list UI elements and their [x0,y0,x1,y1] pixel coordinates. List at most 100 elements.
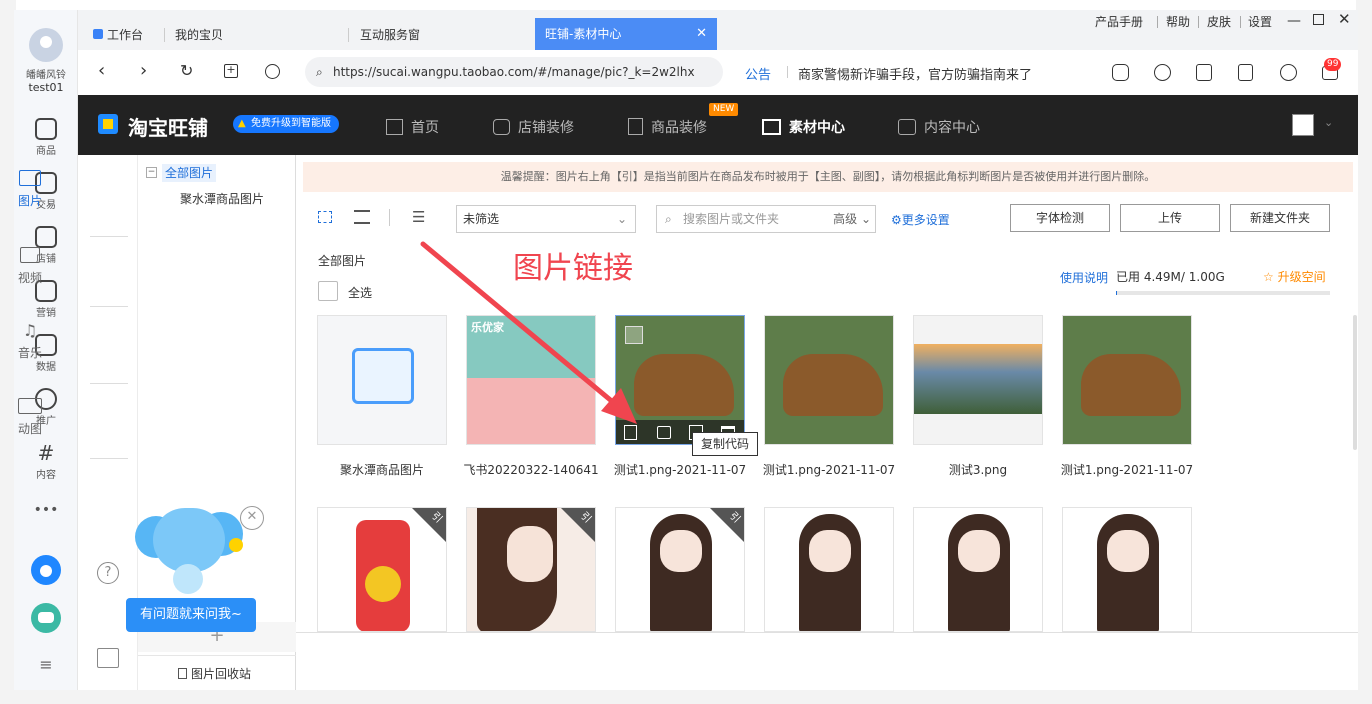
more-settings-link[interactable]: ⚙更多设置 [891,211,950,228]
close-tab-icon[interactable]: ✕ [696,18,707,50]
shop-avatar[interactable] [1292,114,1314,136]
chevron-down-icon[interactable]: ⌄ [1324,116,1333,129]
new-page-icon[interactable]: + [224,64,238,78]
edit-icon[interactable] [97,648,119,668]
thumb-portrait-2[interactable]: 引 [615,507,745,632]
caption-bear-3: 测试1.png-2021-11-07 [1060,463,1194,477]
thumb-city[interactable] [913,315,1043,445]
thumb-bottle[interactable]: 引 [317,507,447,632]
list-view-icon[interactable] [354,210,370,224]
thumb-bear-2[interactable] [764,315,894,445]
content-divider [296,632,1358,633]
tab-my-items[interactable]: 我的宝贝 [175,24,223,46]
usage-help-link[interactable]: 使用说明 [1060,269,1108,286]
minimize-icon[interactable]: — [1287,13,1301,29]
search-input[interactable]: ⌕ 搜索图片或文件夹 高级 ⌄ [656,205,876,233]
video-icon [20,247,40,263]
home-icon [93,29,103,39]
tree-child-folder[interactable]: 聚水潭商品图片 [180,190,264,207]
storage-bar [1116,291,1330,295]
thumb-portrait-3[interactable] [764,507,894,632]
product-icon [35,118,57,140]
announcement-label[interactable]: 公告 [745,64,771,83]
tab-asset-center[interactable]: 旺铺-素材中心 ✕ [535,18,717,50]
advanced-search[interactable]: 高级 ⌄ [833,206,871,232]
new-folder-button[interactable]: 新建文件夹 [1230,204,1330,232]
notice-banner: 温馨提醒：图片右上角【引】是指当前图片在商品发布时被用于【主图、副图】，请勿根据… [303,162,1353,192]
nav-content-center[interactable]: 内容中心 [898,117,980,137]
helper-bubble[interactable]: 有问题就来问我~ [126,598,256,632]
nav-product-decoration[interactable]: 商品装修 [628,117,707,137]
helper-mascot[interactable] [135,508,245,598]
arrow-up-icon: ▲ [238,118,246,129]
maximize-icon[interactable] [1313,14,1324,25]
tool-icon-4[interactable] [1238,64,1253,81]
tree-divider [138,655,296,656]
gif-icon [18,398,42,414]
thumb-portrait-5[interactable] [1062,507,1192,632]
url-bar[interactable]: ⌕ https://sucai.wangpu.taobao.com/#/mana… [305,57,723,87]
link-skin[interactable]: 皮肤 [1207,13,1231,30]
copy-code-icon[interactable] [657,426,671,439]
back-icon[interactable]: ‹ [98,60,105,81]
announcement-text[interactable]: 商家警惕新诈骗手段，官方防骗指南来了 [798,64,1032,83]
home-nav-icon [386,119,403,135]
filter-select[interactable]: 未筛选 ⌄ [456,205,636,233]
caption-city: 测试3.png [948,463,1008,477]
star-icon: ☆ [1263,270,1274,284]
subnav-video[interactable]: 视频 [0,247,60,286]
close-window-icon[interactable]: ✕ [1338,10,1351,28]
subnav-gif[interactable]: 动图 [0,398,60,437]
forward-icon[interactable]: › [140,60,147,81]
upgrade-pill[interactable]: ▲ 免费升级到智能版 [233,115,339,133]
collapse-icon[interactable]: − [146,167,157,178]
rail-item-content[interactable]: # 内容 [14,442,78,481]
help-icon[interactable]: ? [97,562,119,584]
chevron-down-icon: ⌄ [616,212,627,226]
tree-root[interactable]: 全部图片 [162,164,217,182]
toolbar-divider [389,209,390,226]
annotation-arrow [420,241,637,424]
tab-workbench[interactable]: 工作台 [93,24,143,46]
bear-image [783,354,883,416]
subnav-music[interactable]: ♫ 音乐 [0,322,60,361]
nav-home[interactable]: 首页 [386,117,439,137]
close-helper-icon[interactable]: ✕ [240,506,264,530]
reload-icon[interactable]: ↻ [180,61,193,80]
trash-icon [178,668,187,679]
recycle-bin[interactable]: 图片回收站 [178,665,251,682]
rail-item-product[interactable]: 商品 [14,118,78,157]
tool-icon-1[interactable] [1112,64,1129,81]
tab-interactive-service[interactable]: 互动服务窗 [360,24,420,46]
user-sub: test01 [28,81,64,94]
tool-icon-3[interactable] [1196,64,1212,81]
scrollbar-thumb[interactable] [1353,315,1357,450]
thumb-portrait-1[interactable]: 引 [466,507,596,632]
sort-icon[interactable]: ☰ [412,208,425,226]
more-icon[interactable]: ••• [14,502,78,518]
history-icon[interactable] [265,64,280,79]
link-product-manual[interactable]: 产品手册 [1095,13,1143,30]
nav-store-decoration[interactable]: 店铺装修 [493,117,574,137]
tool-icon-2[interactable] [1154,64,1171,81]
tool-icon-5[interactable] [1280,64,1297,81]
subnav-divider [90,306,128,307]
font-check-button[interactable]: 字体检测 [1010,204,1110,232]
subnav-images[interactable]: 图片 [0,170,60,209]
link-help[interactable]: 帮助 [1166,13,1190,30]
nav-asset-center[interactable]: 素材中心 [762,117,845,137]
music-icon: ♫ [22,321,38,340]
upload-button[interactable]: 上传 [1120,204,1220,232]
thumb-bear-3[interactable] [1062,315,1192,445]
user-avatar[interactable]: 皤皤风铃 test01 [14,28,78,94]
assistant-icon[interactable] [14,555,78,585]
link-settings[interactable]: 设置 [1248,13,1272,30]
thumb-portrait-4[interactable] [913,507,1043,632]
grid-view-icon[interactable] [318,211,332,223]
content-breadcrumb[interactable]: 全部图片 [318,252,366,269]
menu-icon[interactable]: ≡ [14,655,78,674]
upgrade-space-link[interactable]: ☆ 升级空间 [1263,268,1326,285]
select-all-label: 全选 [348,286,373,300]
chatbot-icon[interactable] [14,603,78,633]
select-all-checkbox[interactable] [318,281,338,301]
